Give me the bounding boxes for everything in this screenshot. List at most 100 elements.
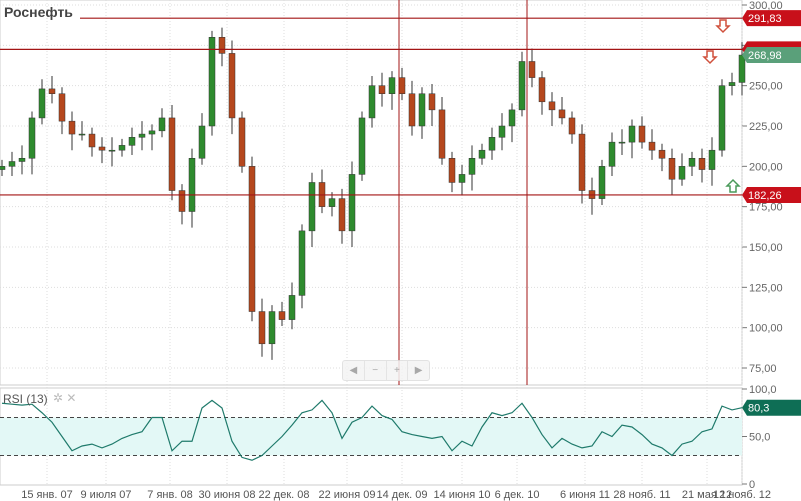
candle-body: [298, 230, 306, 296]
candle-body: [158, 117, 166, 132]
candle-body: [688, 158, 696, 167]
candle-body: [498, 125, 506, 138]
candle-body: [258, 311, 266, 345]
candle-body: [128, 137, 136, 146]
candle-body: [378, 85, 386, 94]
candle-body: [398, 77, 406, 94]
candle-body: [658, 149, 666, 159]
candle-body: [18, 158, 26, 162]
candle-body: [78, 133, 86, 136]
x-tick-label: 22 июня 09: [318, 489, 375, 501]
candle-body: [638, 125, 646, 143]
candle-body: [478, 149, 486, 159]
x-tick-label: 6 дек. 10: [495, 489, 540, 501]
y-tick-label: 250,00: [749, 81, 783, 93]
candle-body: [728, 82, 736, 86]
rsi-neutral-band: [0, 417, 742, 456]
candle-body: [28, 117, 36, 159]
level-label: 291,83: [748, 13, 782, 25]
candle-body: [8, 161, 16, 167]
rsi-last-label: 80,3: [748, 403, 769, 415]
candle-body: [368, 85, 376, 119]
y-tick-label: 150,00: [749, 242, 783, 254]
candle-body: [508, 109, 516, 127]
candle-body: [468, 158, 476, 175]
y-tick-label: 75,00: [749, 363, 777, 375]
x-tick-label: 6 июня 11: [560, 489, 610, 501]
rsi-y-tick-label: 100,0: [749, 384, 777, 396]
candle-body: [538, 77, 546, 103]
candle-body: [458, 174, 466, 183]
x-tick-label: 22 дек. 08: [259, 489, 310, 501]
candle-body: [448, 158, 456, 183]
rsi-title: RSI (13): [3, 392, 48, 406]
candle-body: [288, 295, 296, 320]
candle-body: [488, 137, 496, 151]
candle-body: [718, 85, 726, 151]
candle-body: [388, 77, 396, 94]
candle-body: [608, 141, 616, 167]
candle-body: [578, 133, 586, 191]
zoom-in-button[interactable]: +: [387, 361, 409, 380]
candle-body: [408, 93, 416, 127]
x-tick-label: 12 нояб. 12: [713, 489, 771, 501]
candle-body: [98, 146, 106, 151]
y-tick-label: 175,00: [749, 202, 783, 214]
candle-body: [108, 149, 116, 152]
y-tick-label: 200,00: [749, 161, 783, 173]
candle-body: [68, 120, 76, 135]
candle-body: [548, 101, 556, 111]
x-tick-label: 14 июня 10: [433, 489, 490, 501]
last-price-label: 268,98: [748, 50, 782, 62]
candle-body: [308, 182, 316, 232]
candle-body: [738, 54, 746, 83]
level-label: 182,26: [748, 190, 782, 202]
candle-body: [648, 141, 656, 151]
candle-body: [708, 149, 716, 170]
candle-body: [518, 61, 526, 111]
chart-title: Роснефть: [4, 4, 73, 20]
scroll-left-button[interactable]: ◀: [343, 361, 365, 380]
candle-body: [618, 141, 626, 144]
chart-widget: 300,00275,00250,00225,00200,00175,00150,…: [0, 0, 801, 501]
rsi-y-tick-label: 50,0: [749, 432, 770, 444]
candle-body: [598, 166, 606, 199]
candle-body: [678, 166, 686, 180]
x-tick-label: 14 дек. 09: [377, 489, 428, 501]
candle-body: [198, 125, 206, 159]
candle-body: [168, 117, 176, 191]
y-tick-label: 100,00: [749, 323, 783, 335]
zoom-out-button[interactable]: −: [365, 361, 387, 380]
candle-body: [48, 88, 56, 94]
candle-body: [438, 109, 446, 159]
candle-body: [558, 109, 566, 119]
candle-body: [418, 93, 426, 127]
candle-body: [0, 166, 6, 170]
candle-body: [188, 158, 196, 212]
rsi-y-tick-label: 0: [749, 479, 755, 491]
y-tick-label: 225,00: [749, 121, 783, 133]
candle-body: [148, 130, 156, 135]
x-tick-label: 30 июня 08: [198, 489, 255, 501]
candle-body: [668, 158, 676, 180]
candle-body: [428, 93, 436, 111]
x-tick-label: 15 янв. 07: [21, 489, 73, 501]
candle-body: [58, 93, 66, 122]
candle-body: [348, 174, 356, 232]
candle-body: [218, 37, 226, 54]
price-chart[interactable]: 300,00275,00250,00225,00200,00175,00150,…: [0, 0, 801, 501]
candle-body: [178, 190, 186, 212]
candle-body: [338, 198, 346, 232]
candle-body: [228, 53, 236, 119]
candle-body: [528, 61, 536, 78]
candle-body: [138, 133, 146, 138]
gear-icon[interactable]: ✲: [53, 391, 63, 405]
scroll-right-button[interactable]: ▶: [408, 361, 429, 380]
candle-body: [628, 125, 636, 143]
candle-body: [278, 311, 286, 320]
candle-body: [118, 145, 126, 151]
y-tick-label: 125,00: [749, 282, 783, 294]
candle-body: [38, 88, 46, 119]
close-icon[interactable]: ✕: [66, 391, 76, 405]
candle-body: [358, 117, 366, 175]
